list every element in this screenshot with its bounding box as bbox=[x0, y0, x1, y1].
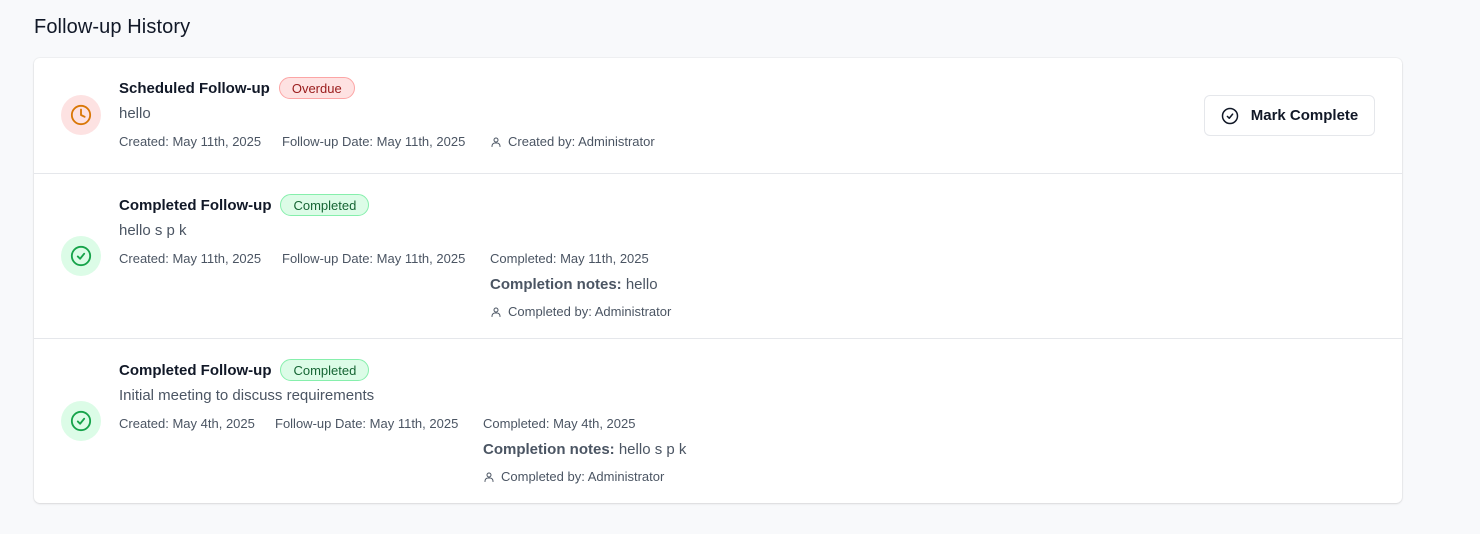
followup-content: Scheduled Follow-up Overdue hello Create… bbox=[119, 76, 655, 152]
created-date: Created: May 4th, 2025 bbox=[119, 416, 255, 431]
check-circle-icon bbox=[61, 236, 101, 276]
completed-date: Completed: May 4th, 2025 bbox=[483, 416, 636, 431]
created-date: Created: May 11th, 2025 bbox=[119, 134, 262, 149]
followup-content: Completed Follow-up Completed hello s p … bbox=[119, 193, 671, 319]
completion-notes-label: Completion notes: bbox=[483, 441, 615, 458]
completed-by-text: Completed by: Administrator bbox=[508, 304, 672, 319]
completion-notes: Completion notes: hello bbox=[490, 276, 658, 293]
followup-title: Scheduled Follow-up bbox=[119, 79, 270, 97]
followup-item: Scheduled Follow-up Overdue hello Create… bbox=[34, 58, 1402, 173]
status-badge: Overdue bbox=[278, 77, 355, 99]
mark-complete-label: Mark Complete bbox=[1250, 107, 1359, 124]
followup-description: hello bbox=[119, 105, 151, 122]
section-title: Follow-up History bbox=[34, 16, 191, 38]
status-badge: Completed bbox=[280, 194, 370, 216]
followup-title: Completed Follow-up bbox=[119, 196, 272, 214]
created-by: Created by: Administrator bbox=[490, 134, 655, 149]
completion-notes-label: Completion notes: bbox=[490, 276, 622, 293]
followup-description: hello s p k bbox=[119, 222, 187, 239]
followup-date: Follow-up Date: May 11th, 2025 bbox=[275, 416, 459, 431]
completion-notes: Completion notes: hello s p k bbox=[483, 441, 686, 458]
completion-notes-value: hello s p k bbox=[618, 441, 687, 458]
clock-icon bbox=[61, 95, 101, 135]
followup-list: Scheduled Follow-up Overdue hello Create… bbox=[34, 58, 1402, 503]
followup-content: Completed Follow-up Completed Initial me… bbox=[119, 358, 686, 484]
user-icon bbox=[491, 137, 501, 147]
completed-by-text: Completed by: Administrator bbox=[501, 469, 665, 484]
followup-meta: Created: May 11th, 2025 Follow-up Date: … bbox=[119, 251, 649, 269]
followup-meta: Created: May 11th, 2025 Follow-up Date: … bbox=[119, 134, 655, 152]
check-circle-icon bbox=[1221, 107, 1238, 124]
created-date: Created: May 11th, 2025 bbox=[119, 251, 262, 266]
completion-notes-value: hello bbox=[625, 276, 658, 293]
user-icon bbox=[491, 307, 501, 317]
completed-date: Completed: May 11th, 2025 bbox=[490, 251, 649, 266]
followup-item: Completed Follow-up Completed hello s p … bbox=[34, 173, 1402, 339]
followup-date: Follow-up Date: May 11th, 2025 bbox=[282, 251, 466, 266]
status-badge: Completed bbox=[280, 359, 370, 381]
followup-header: Completed Follow-up Completed bbox=[119, 193, 370, 217]
check-circle-icon bbox=[61, 401, 101, 441]
followup-description: Initial meeting to discuss requirements bbox=[119, 387, 375, 404]
followup-header: Completed Follow-up Completed bbox=[119, 358, 374, 382]
followup-header: Scheduled Follow-up Overdue bbox=[119, 76, 355, 100]
followup-meta: Created: May 4th, 2025 Follow-up Date: M… bbox=[119, 416, 635, 434]
mark-complete-button[interactable]: Mark Complete bbox=[1204, 95, 1375, 136]
followup-title: Completed Follow-up bbox=[119, 361, 272, 379]
completed-by: Completed by: Administrator bbox=[490, 304, 671, 319]
followup-history-page: Follow-up History Scheduled Follow-up Ov… bbox=[0, 0, 1480, 534]
completed-by: Completed by: Administrator bbox=[483, 469, 664, 484]
followup-item: Completed Follow-up Completed Initial me… bbox=[34, 338, 1402, 503]
followup-date: Follow-up Date: May 11th, 2025 bbox=[282, 134, 466, 149]
user-icon bbox=[484, 472, 494, 482]
created-by-text: Created by: Administrator bbox=[508, 134, 655, 149]
